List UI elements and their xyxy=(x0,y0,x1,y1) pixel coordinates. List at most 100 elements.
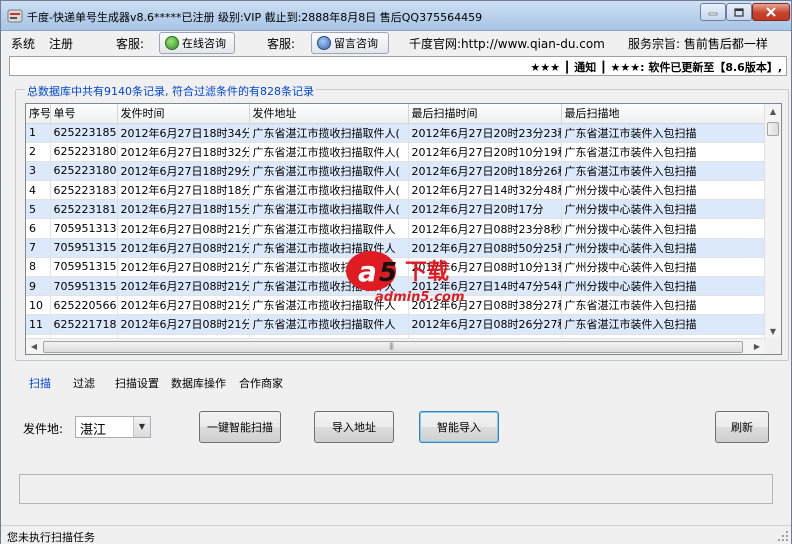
scroll-up-icon[interactable]: ▲ xyxy=(765,104,781,120)
menu-bar: 系统 注册 客服: 在线咨询 客服: 留言咨询 千度官网:http://www.… xyxy=(1,32,791,54)
tab-scan-settings[interactable]: 扫描设置 xyxy=(115,375,159,391)
cell-send-address: 广东省湛江市揽收扫描取件人( xyxy=(249,142,409,162)
cell-last-scan-place: 广州分拨中心装件入包扫描 xyxy=(561,276,766,297)
message-consult-label: 留言咨询 xyxy=(334,37,378,50)
chat-icon xyxy=(165,36,179,50)
cell-send-address: 广东省湛江市揽收扫描取件人( xyxy=(249,199,409,220)
cell-send-time: 2012年6月27日18时18分59 xyxy=(117,180,250,201)
cell-last-scan-place: 广州分拨中心装件入包扫描 xyxy=(561,180,766,201)
cell-send-time: 2012年6月27日08时21分38 xyxy=(117,218,250,239)
cell-tracking-no: 7059513155 xyxy=(50,238,118,258)
cell-index: 4 xyxy=(26,180,51,201)
progress-panel xyxy=(19,474,773,504)
close-button[interactable] xyxy=(752,3,790,21)
cell-tracking-no: 7059513157 xyxy=(50,257,118,278)
minimize-button[interactable] xyxy=(700,3,726,21)
table-row[interactable]: 562522318122012年6月27日18时15分22广东省湛江市揽收扫描取… xyxy=(26,199,766,220)
cell-send-time: 2012年6月27日18时15分22 xyxy=(117,199,250,220)
status-bar: 您未执行扫描任务 xyxy=(1,525,791,544)
tab-partners[interactable]: 合作商家 xyxy=(239,375,283,391)
table-row[interactable]: 162522318592012年6月27日18时34分08广东省湛江市揽收扫描取… xyxy=(26,123,766,143)
chevron-down-icon[interactable]: ▼ xyxy=(133,417,150,437)
online-consult-label: 在线咨询 xyxy=(182,37,226,50)
col-header-send-time[interactable]: 发件时间 xyxy=(117,104,250,124)
cell-tracking-no: 7059513138 xyxy=(50,218,118,239)
tab-filter[interactable]: 过滤 xyxy=(73,375,95,391)
scroll-grip-icon: ||| xyxy=(389,342,394,350)
customer-service-label: 客服: xyxy=(116,37,145,51)
cell-tracking-no: 6252231831 xyxy=(50,180,118,201)
customer-service-label-2: 客服: xyxy=(267,37,296,51)
cell-tracking-no: 6252231812 xyxy=(50,199,118,220)
cell-last-scan-time: 2012年6月27日08时26分27秒 xyxy=(408,314,562,335)
svg-text:下载: 下载 xyxy=(405,259,449,285)
table-row[interactable]: 262522318062012年6月27日18时32分37广东省湛江市揽收扫描取… xyxy=(26,142,766,162)
col-header-index[interactable]: 序号 xyxy=(26,104,51,124)
cell-send-address: 广东省湛江市揽收扫描取件人( xyxy=(249,180,409,201)
origin-select[interactable]: 湛江 ▼ xyxy=(75,416,151,438)
table-row[interactable]: 1162522171862012年6月27日08时21分36广东省湛江市揽收扫描… xyxy=(26,314,766,335)
cell-last-scan-place: 广州分拨中心装件入包扫描 xyxy=(561,238,766,258)
cell-last-scan-place: 广东省湛江市装件入包扫描 xyxy=(561,142,766,162)
records-body: 162522318592012年6月27日18时34分08广东省湛江市揽收扫描取… xyxy=(26,123,766,354)
cell-last-scan-time: 2012年6月27日08时23分8秒 xyxy=(408,218,562,239)
menu-system[interactable]: 系统 xyxy=(11,35,35,52)
online-consult-button[interactable]: 在线咨询 xyxy=(159,32,235,54)
col-header-last-scan-place[interactable]: 最后扫描地 xyxy=(561,104,766,124)
message-consult-button[interactable]: 留言咨询 xyxy=(311,32,389,54)
maximize-icon xyxy=(734,7,744,17)
cell-last-scan-time: 2012年6月27日20时23分23秒 xyxy=(408,123,562,143)
cell-last-scan-place: 广东省湛江市装件入包扫描 xyxy=(561,314,766,335)
title-bar[interactable]: 千度-快递单号生成器v8.6*****已注册 级别:VIP 截止到:2888年8… xyxy=(1,1,791,31)
origin-select-value: 湛江 xyxy=(80,423,107,438)
import-address-button[interactable]: 导入地址 xyxy=(314,411,394,443)
records-grid[interactable]: 序号 单号 发件时间 发件地址 最后扫描时间 最后扫描地 1 6252231859… xyxy=(25,103,782,355)
col-header-tracking-no[interactable]: 单号 xyxy=(50,104,118,124)
cell-send-time: 2012年6月27日08时21分11 xyxy=(117,295,250,316)
records-summary: 总数据库中共有9140条记录, 符合过滤条件的有828条记录 xyxy=(25,83,316,99)
cell-send-address: 广东省湛江市揽收扫描取件人 xyxy=(249,218,409,239)
tab-scan[interactable]: 扫描 xyxy=(29,375,51,391)
table-row[interactable]: 362522318012012年6月27日18时29分17广东省湛江市揽收扫描取… xyxy=(26,161,766,182)
cell-send-time: 2012年6月27日08时21分38 xyxy=(117,238,250,258)
scroll-corner xyxy=(764,338,781,354)
smart-import-button[interactable]: 智能导入 xyxy=(419,411,499,443)
app-icon xyxy=(7,9,23,23)
table-row[interactable]: 462522318312012年6月27日18时18分59广东省湛江市揽收扫描取… xyxy=(26,180,766,201)
cell-index: 8 xyxy=(26,257,51,278)
cell-send-address: 广东省湛江市揽收扫描取件人( xyxy=(249,161,409,182)
cell-send-time: 2012年6月27日18时32分37 xyxy=(117,142,250,162)
cell-index: 1 xyxy=(26,123,51,143)
tab-database[interactable]: 数据库操作 xyxy=(171,375,226,391)
menu-register[interactable]: 注册 xyxy=(49,35,73,52)
records-table: 序号 单号 发件时间 发件地址 最后扫描时间 最后扫描地 1 6252231859… xyxy=(26,104,766,354)
website-link[interactable]: 千度官网:http://www.qian-du.com xyxy=(409,35,605,52)
cell-last-scan-time: 2012年6月27日14时32分48秒 xyxy=(408,180,562,201)
col-header-last-scan-time[interactable]: 最后扫描时间 xyxy=(408,104,562,124)
cell-last-scan-place: 广州分拨中心装件入包扫描 xyxy=(561,199,766,220)
cell-tracking-no: 6252231806 xyxy=(50,142,118,162)
table-row[interactable]: 670595131382012年6月27日08时21分38广东省湛江市揽收扫描取… xyxy=(26,218,766,239)
message-icon xyxy=(317,36,331,50)
cell-send-address: 广东省湛江市揽收扫描取件人 xyxy=(249,314,409,335)
scroll-left-icon[interactable]: ◀ xyxy=(26,339,42,354)
cell-send-time: 2012年6月27日08时21分25 xyxy=(117,257,250,278)
cell-send-time: 2012年6月27日18时29分17 xyxy=(117,161,250,182)
one-click-scan-button[interactable]: 一键智能扫描 xyxy=(199,411,281,443)
vertical-scroll-thumb[interactable] xyxy=(767,122,779,136)
svg-text:admin5.com: admin5.com xyxy=(375,290,465,305)
svg-text:a: a xyxy=(358,255,377,288)
horizontal-scrollbar[interactable]: ◀ ||| ▶ xyxy=(26,338,765,354)
vertical-scrollbar[interactable]: ▲ ▼ xyxy=(764,104,781,340)
col-header-send-address[interactable]: 发件地址 xyxy=(249,104,409,124)
cell-tracking-no: 6252231859 xyxy=(50,123,118,143)
notice-text: ★★★ ┃ 通知 ┃ ★★★: 软件已更新至【8.6版本】, xyxy=(530,61,782,74)
cell-index: 6 xyxy=(26,218,51,239)
cell-index: 3 xyxy=(26,161,51,182)
cell-index: 2 xyxy=(26,142,51,162)
refresh-button[interactable]: 刷新 xyxy=(715,411,769,443)
scroll-right-icon[interactable]: ▶ xyxy=(749,339,765,354)
resize-grip-icon[interactable] xyxy=(777,530,789,542)
maximize-button[interactable] xyxy=(726,3,752,21)
cell-last-scan-place: 广州分拨中心装件入包扫描 xyxy=(561,257,766,278)
